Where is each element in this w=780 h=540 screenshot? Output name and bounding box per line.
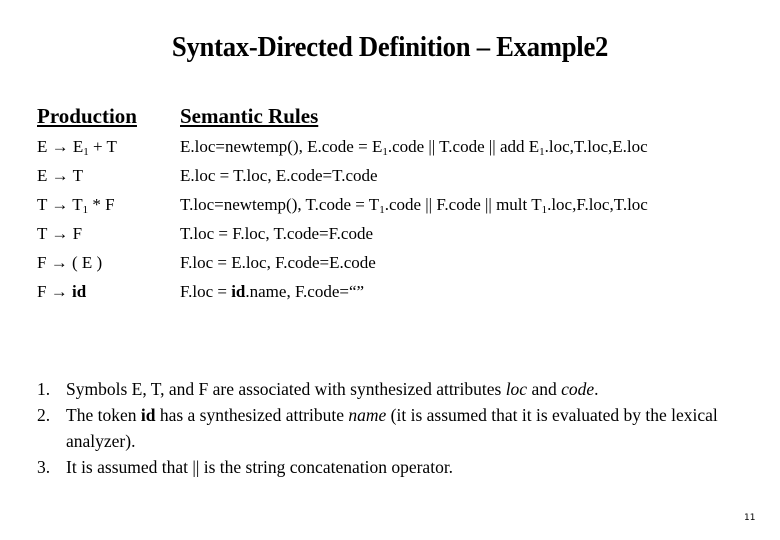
semantic-rules-header: Semantic Rules [180, 104, 319, 128]
attribute-code: code [561, 379, 595, 399]
note-text-part: The token [66, 405, 141, 425]
rule-text: .loc,T.loc,E.loc [544, 137, 648, 156]
notes-list: 1. Symbols E, T, and F are associated wi… [37, 376, 757, 480]
attribute-name: name [348, 405, 387, 425]
note-item: 2. The token id has a synthesized attrib… [37, 402, 757, 454]
semantic-rule-cell: E.loc=newtemp(), E.code = E1.code || T.c… [180, 137, 648, 158]
rule-text: .code || T.code || add E [387, 137, 540, 156]
production-cell: E → E1 + T [37, 137, 117, 158]
semantic-rule-cell: F.loc = E.loc, F.code=E.code [180, 253, 376, 272]
note-text-part: Symbols E, T, and F are associated with … [66, 379, 506, 399]
note-number: 2. [37, 405, 51, 425]
attribute-loc: loc [505, 379, 528, 399]
note-text-part: has a synthesized attribute [155, 405, 349, 425]
production-header: Production [37, 104, 137, 128]
id-token: id [140, 405, 156, 425]
id-token: id [71, 282, 87, 301]
id-token: id [231, 282, 246, 301]
rule-text: T.loc=newtemp(), T.code = T [180, 195, 380, 214]
semantic-rule-cell: T.loc=newtemp(), T.code = T1.code || F.c… [180, 195, 648, 216]
slide-title: Syntax-Directed Definition – Example2 [171, 31, 609, 63]
production-cell: F → ( E ) [37, 253, 103, 272]
note-text: The token id has a synthesized attribute… [66, 402, 757, 454]
production-cell: T → F [37, 224, 83, 243]
semantic-rule-cell: E.loc = T.loc, E.code=T.code [180, 166, 378, 185]
production-text: F → [37, 282, 72, 301]
note-text: Symbols E, T, and F are associated with … [66, 376, 757, 402]
semantic-rule-cell: F.loc = id.name, F.code=“” [180, 282, 364, 302]
note-text-part: . [594, 379, 599, 399]
note-number: 1. [37, 379, 51, 399]
production-text: T → T [37, 195, 83, 214]
semantic-rule-cell: T.loc = F.loc, T.code=F.code [180, 224, 374, 243]
production-cell: F → id [37, 282, 86, 302]
note-text: It is assumed that || is the string conc… [66, 457, 454, 477]
production-text: + T [88, 137, 117, 156]
note-text-part: and [527, 379, 562, 399]
note-item: 3. It is assumed that || is the string c… [37, 454, 757, 480]
note-number: 3. [37, 457, 51, 477]
production-text: E → E [37, 137, 84, 156]
rule-text: .name, F.code=“” [245, 282, 365, 301]
rule-text: .loc,F.loc,T.loc [547, 195, 648, 214]
production-cell: E → T [37, 166, 83, 185]
rule-text: F.loc = [180, 282, 232, 301]
page-number: 11 [744, 513, 756, 523]
note-item: 1. Symbols E, T, and F are associated wi… [37, 376, 757, 402]
production-text: * F [88, 195, 115, 214]
rule-text: E.loc=newtemp(), E.code = E [180, 137, 383, 156]
rule-text: .code || F.code || mult T [384, 195, 542, 214]
production-cell: T → T1 * F [37, 195, 115, 216]
